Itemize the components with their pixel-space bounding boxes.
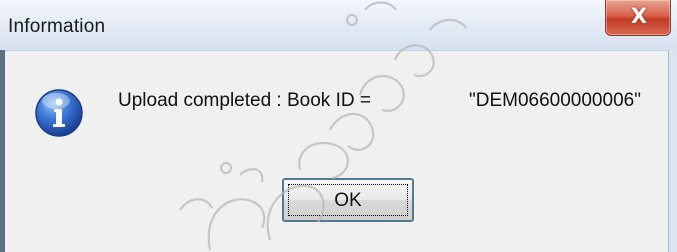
ok-button[interactable]: OK (282, 178, 414, 222)
close-icon: X (630, 4, 648, 28)
title-bar[interactable]: Information X (0, 0, 677, 51)
ok-button-label: OK (334, 190, 362, 211)
message-text: Upload completed : Book ID = (118, 90, 371, 111)
info-icon (35, 89, 83, 137)
right-window-frame (668, 50, 677, 252)
dialog-title: Information (8, 16, 106, 37)
left-window-frame (0, 50, 5, 252)
close-button[interactable]: X (605, 0, 671, 36)
information-dialog: Information X Upload completed : Book ID… (0, 0, 677, 252)
book-id-value: "DEM06600000006" (469, 90, 641, 111)
